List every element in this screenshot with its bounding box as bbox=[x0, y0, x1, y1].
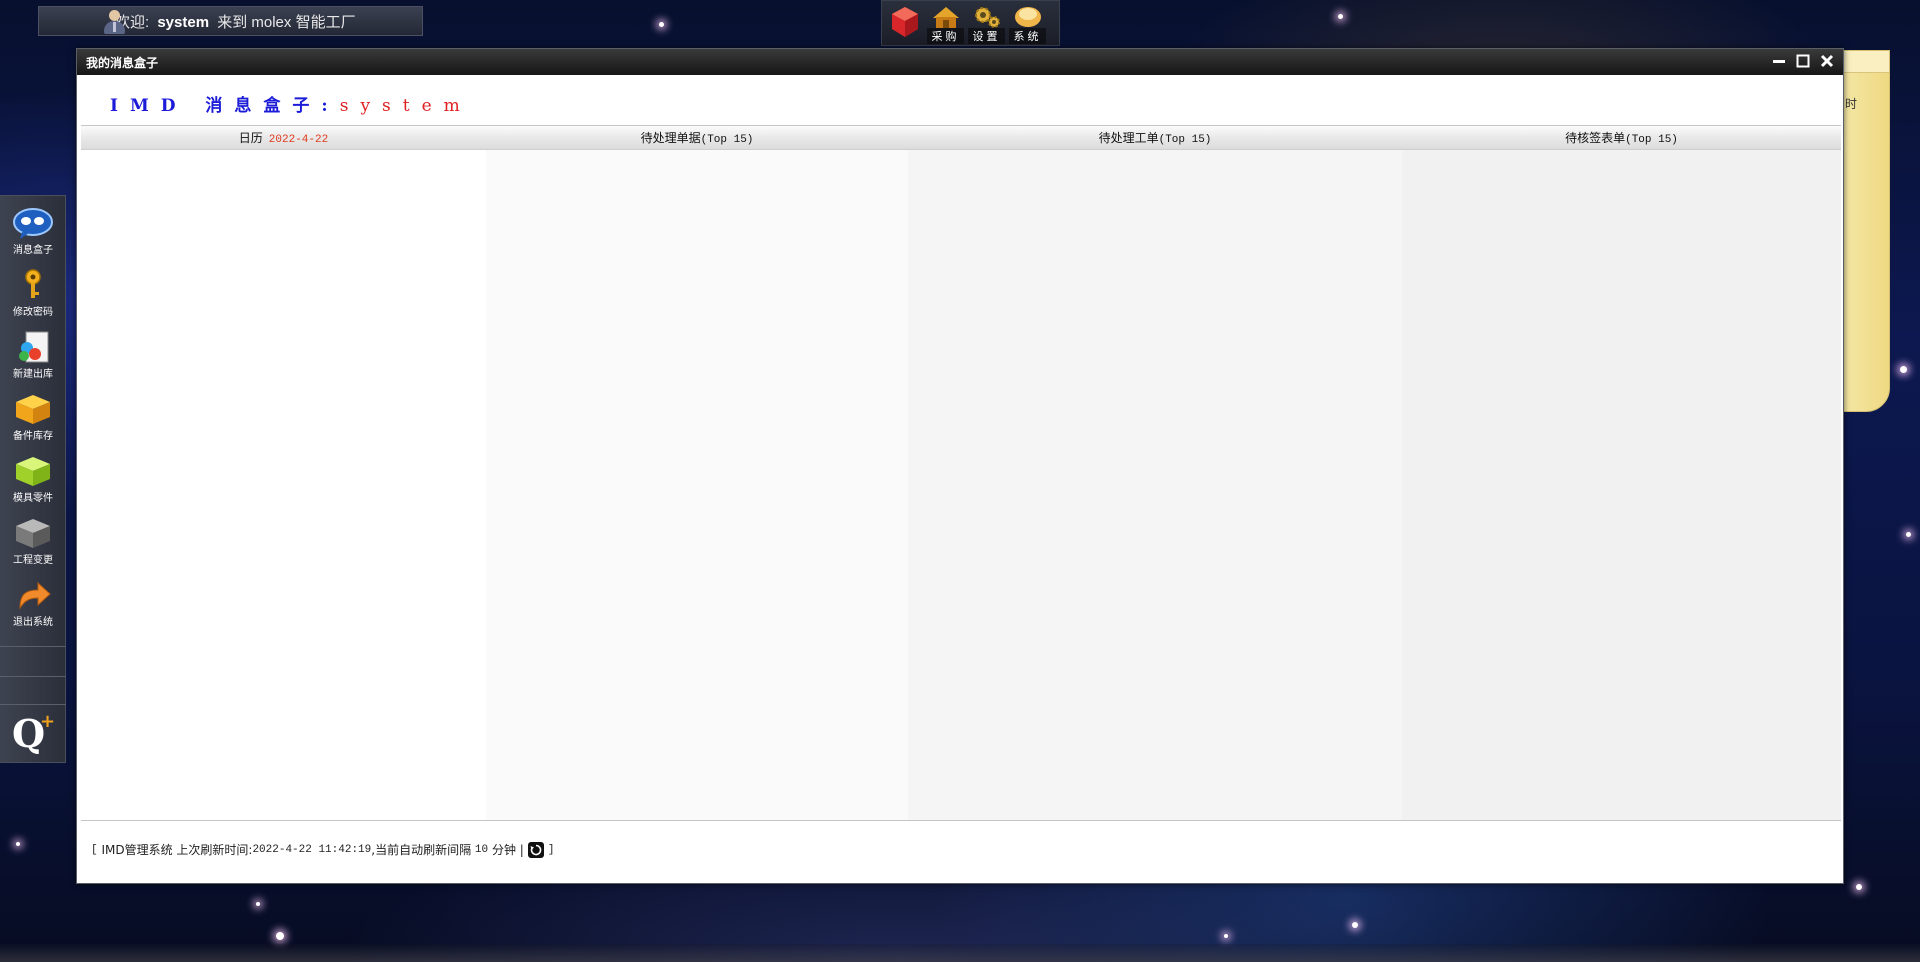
dock-item-message-box[interactable]: 消息盒子 bbox=[6, 202, 60, 258]
window-controls bbox=[1771, 52, 1835, 70]
user-avatar-icon bbox=[103, 9, 125, 35]
status-interval-value: 10 bbox=[474, 843, 489, 856]
star bbox=[659, 22, 664, 27]
panel-row: 日历 2022-4-22 待处理单据(Top 15) 待处理工单(Top 15) … bbox=[81, 125, 1841, 821]
key-icon bbox=[25, 269, 41, 298]
status-close-bracket: ] bbox=[547, 843, 555, 856]
message-box-window: 我的消息盒子 IMD 消息盒子:system 日历 2022-4-22 待处理单据… bbox=[76, 48, 1844, 884]
dock-item-label: 消息盒子 bbox=[13, 245, 53, 256]
status-bar: [ IMD管理系统 上次刷新时间: 2022-4-22 11:42:19 ,当前… bbox=[91, 841, 554, 858]
dock-item-label: 修改密码 bbox=[13, 307, 53, 318]
star bbox=[1906, 532, 1911, 537]
gears-icon bbox=[974, 7, 1000, 28]
sticky-note-text: 时 bbox=[1845, 97, 1858, 111]
pending-approval-panel-header: 待核签表单(Top 15) bbox=[1402, 126, 1841, 150]
message-box-header-user: system bbox=[339, 96, 472, 116]
pending-work-orders-suffix: (Top 15) bbox=[1158, 134, 1212, 146]
status-separator: | bbox=[519, 842, 524, 857]
dock-item-label: 模具零件 bbox=[13, 493, 53, 504]
chat-bubbles-icon bbox=[13, 208, 53, 239]
dock-item-mold-parts[interactable]: 模具零件 bbox=[6, 450, 60, 506]
status-system-label: IMD管理系统 上次刷新时间: bbox=[101, 843, 253, 857]
close-button[interactable] bbox=[1819, 52, 1835, 70]
dock-item-new-outbound[interactable]: 新建出库 bbox=[6, 326, 60, 382]
pending-approval-title: 待核签表单 bbox=[1565, 131, 1626, 145]
top-app-label: 系统 bbox=[1009, 28, 1046, 44]
star bbox=[256, 902, 260, 906]
top-app-launcher: 采购 设置 系统 bbox=[881, 0, 1060, 46]
pending-documents-panel: 待处理单据(Top 15) bbox=[486, 126, 908, 820]
star bbox=[276, 932, 284, 940]
welcome-bar: 欢迎: system 来到 molex 智能工厂 bbox=[38, 6, 423, 36]
refresh-arrows-icon bbox=[530, 844, 542, 855]
welcome-username: system bbox=[157, 13, 210, 31]
dock-item-spare-stock[interactable]: 备件库存 bbox=[6, 388, 60, 444]
green-box-icon bbox=[16, 457, 50, 486]
window-titlebar[interactable]: 我的消息盒子 bbox=[77, 49, 1843, 75]
top-app-settings[interactable]: 设置 bbox=[968, 4, 1005, 44]
purchase-icon bbox=[932, 7, 959, 28]
top-app-label: 采购 bbox=[927, 28, 964, 44]
dock-item-label: 退出系统 bbox=[13, 617, 53, 628]
message-box-header: IMD 消息盒子:system bbox=[110, 91, 472, 116]
dock-divider bbox=[0, 676, 66, 677]
gray-box-icon bbox=[16, 519, 50, 548]
box-icon bbox=[16, 395, 50, 424]
star bbox=[1224, 934, 1228, 938]
top-app-purchase[interactable]: 采购 bbox=[927, 4, 964, 44]
star bbox=[1352, 922, 1358, 928]
message-box-header-prefix: IMD 消息盒子: bbox=[110, 96, 340, 116]
star bbox=[1338, 14, 1343, 19]
pending-documents-suffix: (Top 15) bbox=[700, 134, 754, 146]
status-interval-unit: 分钟 bbox=[491, 843, 516, 857]
sticky-note[interactable]: 时 bbox=[1838, 50, 1890, 412]
status-open-bracket: [ bbox=[91, 843, 98, 856]
dock-item-label: 新建出库 bbox=[13, 369, 53, 380]
calendar-panel: 日历 2022-4-22 bbox=[81, 126, 486, 820]
star bbox=[16, 842, 20, 846]
status-last-refresh: 2022-4-22 11:42:19 bbox=[252, 843, 372, 856]
pending-work-orders-title: 待处理工单 bbox=[1098, 131, 1159, 145]
dock-item-label: 工程变更 bbox=[13, 555, 53, 566]
top-app-system[interactable]: 系统 bbox=[1009, 4, 1046, 44]
star bbox=[1900, 366, 1907, 373]
system-icon bbox=[1014, 7, 1041, 27]
top-app-label: 设置 bbox=[968, 28, 1005, 44]
dock-item-exit-system[interactable]: 退出系统 bbox=[6, 574, 60, 630]
dock-divider bbox=[0, 704, 66, 705]
calendar-panel-title: 日历 bbox=[238, 131, 263, 145]
sticky-note-tab bbox=[1843, 51, 1889, 73]
maximize-button[interactable] bbox=[1795, 52, 1811, 70]
q-plus-icon[interactable]: Q + bbox=[12, 711, 56, 756]
red-cube-icon bbox=[891, 7, 918, 37]
star bbox=[1856, 884, 1862, 890]
dock-item-label: 备件库存 bbox=[13, 431, 53, 442]
minimize-button[interactable] bbox=[1771, 52, 1787, 70]
pending-approval-panel: 待核签表单(Top 15) bbox=[1402, 126, 1841, 820]
calendar-panel-header: 日历 2022-4-22 bbox=[81, 126, 486, 150]
dock-divider bbox=[0, 646, 66, 647]
minimize-icon bbox=[1773, 60, 1785, 63]
pending-documents-title: 待处理单据 bbox=[640, 131, 701, 145]
taskbar-strip bbox=[0, 944, 1920, 962]
dock-item-change-password[interactable]: 修改密码 bbox=[6, 264, 60, 320]
refresh-icon[interactable] bbox=[527, 841, 544, 858]
calendar-date: 2022-4-22 bbox=[268, 134, 329, 146]
status-interval-text: ,当前自动刷新间隔 bbox=[371, 843, 472, 857]
close-icon bbox=[1820, 54, 1834, 68]
top-app-red-cube[interactable] bbox=[886, 4, 923, 44]
left-dock: 消息盒子 修改密码 新建出库 备件库存 模具零件 工程变更 退出系统 Q + bbox=[0, 195, 66, 763]
dock-item-engineering-change[interactable]: 工程变更 bbox=[6, 512, 60, 568]
welcome-suffix: 来到 molex 智能工厂 bbox=[217, 13, 356, 31]
maximize-icon bbox=[1796, 54, 1810, 68]
pending-approval-suffix: (Top 15) bbox=[1625, 134, 1678, 146]
new-document-icon bbox=[19, 331, 49, 363]
exit-arrow-icon bbox=[19, 581, 51, 610]
welcome-text: 欢迎: system 来到 molex 智能工厂 bbox=[115, 11, 356, 32]
window-title: 我的消息盒子 bbox=[86, 55, 159, 70]
desktop: { "welcome": { "prefix": "欢迎:", "usernam… bbox=[0, 0, 1920, 962]
pending-work-orders-panel-header: 待处理工单(Top 15) bbox=[908, 126, 1402, 150]
pending-documents-panel-header: 待处理单据(Top 15) bbox=[486, 126, 908, 150]
pending-work-orders-panel: 待处理工单(Top 15) bbox=[908, 126, 1402, 820]
